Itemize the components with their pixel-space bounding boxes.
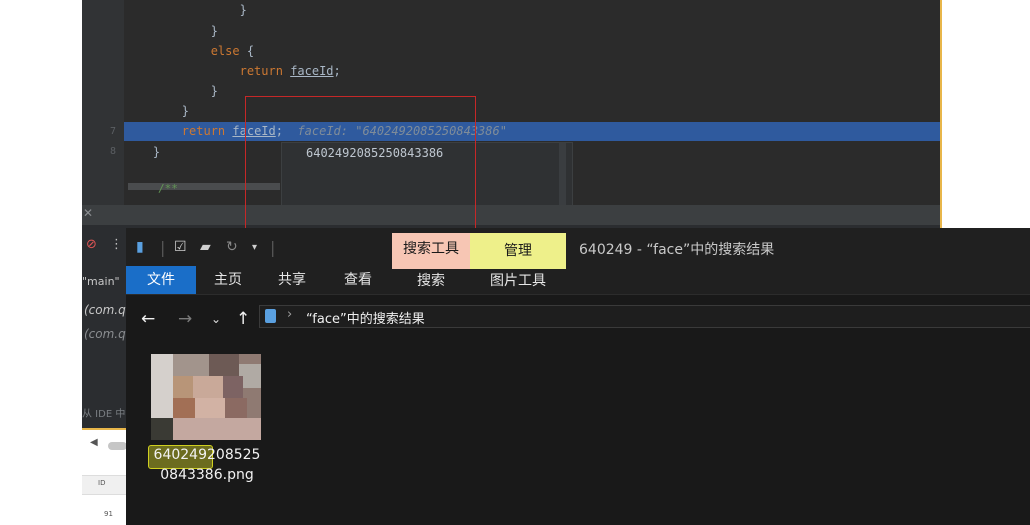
up-arrow-icon[interactable]: ↑: [236, 309, 250, 329]
title-bar: ▮ | ☑ ▰ ↻ ▾ | 搜索工具 管理 640249 - “face”中的搜…: [126, 228, 1030, 266]
status-hint: 从 IDE 中: [82, 409, 126, 420]
ribbon-tabs: 文件 主页 共享 查看 搜索 图片工具: [126, 266, 1030, 294]
mute-breakpoints-icon[interactable]: ⊘: [86, 237, 97, 252]
debug-side-tools: ⊘ ⋮: [82, 235, 124, 275]
table-header: ID: [82, 475, 127, 495]
back-arrow-icon[interactable]: ←: [141, 309, 155, 329]
debug-toolbar: ✕: [82, 205, 940, 225]
background-window: ◀ ID 91: [82, 432, 127, 525]
horizontal-scrollbar[interactable]: [108, 442, 127, 450]
new-folder-icon[interactable]: ▰: [200, 239, 211, 255]
code-line: else {: [210, 44, 255, 58]
file-explorer-window: ▮ | ☑ ▰ ↻ ▾ | 搜索工具 管理 640249 - “face”中的搜…: [126, 228, 1030, 525]
forward-arrow-icon[interactable]: →: [178, 309, 192, 329]
search-results-icon: [265, 309, 276, 323]
separator: |: [270, 238, 276, 257]
tab-share[interactable]: 共享: [262, 266, 322, 294]
address-bar[interactable]: › “face”中的搜索结果: [259, 305, 1030, 328]
annotation-rectangle: [245, 96, 476, 236]
tab-view[interactable]: 查看: [326, 266, 390, 294]
recent-locations-icon[interactable]: ⌄: [211, 312, 221, 326]
explorer-icon: ▮: [136, 239, 144, 255]
tab-file[interactable]: 文件: [126, 266, 196, 294]
chevron-right-icon[interactable]: ›: [287, 307, 292, 322]
code-line: }: [239, 3, 247, 17]
file-item[interactable]: 640249208525 0843386.png: [148, 354, 266, 494]
thread-label: "main": [82, 275, 120, 288]
window-title: 640249 - “face”中的搜索结果: [579, 242, 775, 258]
scroll-left-icon[interactable]: ◀: [90, 437, 98, 448]
chevron-down-icon[interactable]: ▾: [252, 242, 257, 253]
stack-frame[interactable]: (com.q: [84, 327, 126, 341]
address-path: “face”中的搜索结果: [306, 312, 425, 327]
image-thumbnail: [151, 354, 261, 440]
table-cell: 91: [104, 510, 113, 518]
properties-icon[interactable]: ☑: [174, 239, 187, 255]
context-tab-manage[interactable]: 管理: [470, 233, 566, 266]
file-name: 640249208525 0843386.png: [153, 447, 261, 483]
more-options-icon[interactable]: ⋮: [110, 237, 123, 252]
close-icon[interactable]: ✕: [83, 206, 93, 220]
doc-comment: /**: [158, 182, 178, 195]
tab-home[interactable]: 主页: [198, 266, 258, 294]
tab-search[interactable]: 搜索: [392, 266, 470, 294]
navigation-bar: ← → ⌄ ↑ › “face”中的搜索结果: [126, 295, 1030, 342]
code-line: return faceId;: [239, 64, 341, 78]
undo-icon[interactable]: ↻: [226, 239, 238, 255]
stack-frame[interactable]: (com.q: [84, 303, 126, 317]
code-line: }: [210, 24, 218, 38]
separator: |: [160, 238, 166, 257]
context-tab-search-tools[interactable]: 搜索工具: [392, 233, 470, 266]
column-header: ID: [98, 479, 106, 487]
tab-picture-tools[interactable]: 图片工具: [470, 266, 566, 294]
